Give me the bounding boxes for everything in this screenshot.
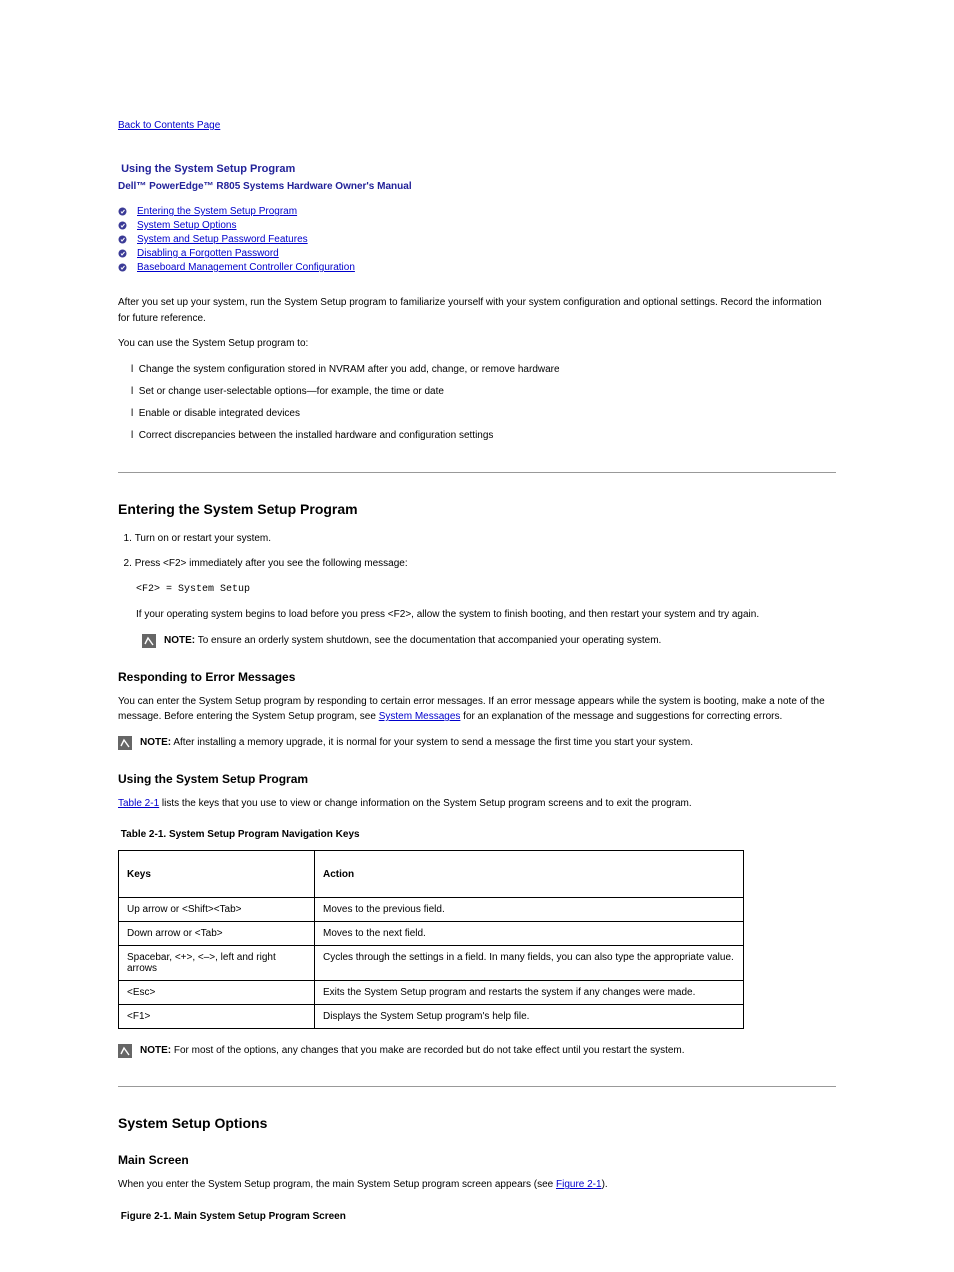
table-2-1-link[interactable]: Table 2-1	[118, 798, 159, 809]
bullet-icon	[118, 263, 127, 272]
code-line: <F2> = System Setup	[118, 582, 836, 598]
bullet-icon	[118, 249, 127, 258]
note-block: NOTE: To ensure an orderly system shutdo…	[142, 633, 836, 648]
toc-item: Entering the System Setup Program	[118, 206, 836, 217]
step: 1. Turn on or restart your system.	[118, 531, 836, 547]
table-row: Down arrow or <Tab>Moves to the next fie…	[119, 922, 744, 946]
subsection-error-messages: Responding to Error Messages	[118, 670, 836, 684]
error-para: You can enter the System Setup program b…	[118, 694, 836, 725]
note-block: NOTE: After installing a memory upgrade,…	[118, 735, 836, 750]
note-block: NOTE: For most of the options, any chang…	[118, 1043, 836, 1058]
divider	[118, 1086, 836, 1087]
subsection-nav: Using the System Setup Program	[118, 772, 836, 786]
divider	[118, 472, 836, 473]
step: 2. Press <F2> immediately after you see …	[118, 556, 836, 572]
table-caption: Table 2-1. System Setup Program Navigati…	[118, 829, 836, 840]
intro-uses-label: You can use the System Setup program to:	[118, 336, 836, 352]
table-row: Up arrow or <Shift><Tab>Moves to the pre…	[119, 898, 744, 922]
note-icon	[118, 1044, 132, 1058]
toc-link[interactable]: System Setup Options	[137, 220, 237, 231]
bullet-icon	[118, 235, 127, 244]
intro-use-item: l Change the system configuration stored…	[118, 362, 836, 378]
doc-heading: Using the System Setup Program	[118, 163, 836, 175]
intro-uses: l Change the system configuration stored…	[118, 362, 836, 444]
toc-link[interactable]: Entering the System Setup Program	[137, 206, 297, 217]
toc-item: Disabling a Forgotten Password	[118, 248, 836, 259]
table-header: Action	[315, 851, 744, 898]
table-row: <F1>Displays the System Setup program's …	[119, 1005, 744, 1029]
toc-item: System Setup Options	[118, 220, 836, 231]
figure-caption: Figure 2-1. Main System Setup Program Sc…	[118, 1211, 836, 1222]
toc-item: Baseboard Management Controller Configur…	[118, 262, 836, 273]
toc-link[interactable]: System and Setup Password Features	[137, 234, 308, 245]
toc-item: System and Setup Password Features	[118, 234, 836, 245]
section-setup-options: System Setup Options	[118, 1115, 836, 1131]
main-screen-para: When you enter the System Setup program,…	[118, 1177, 836, 1193]
bullet-icon	[118, 207, 127, 216]
note-icon	[118, 736, 132, 750]
section-entering-setup: Entering the System Setup Program	[118, 501, 836, 517]
table-row: Spacebar, <+>, <–>, left and right arrow…	[119, 946, 744, 981]
step-followup: If your operating system begins to load …	[118, 607, 836, 623]
note-icon	[142, 634, 156, 648]
nav-para: Table 2-1 lists the keys that you use to…	[118, 796, 836, 812]
table-header: Keys	[119, 851, 315, 898]
nav-keys-table: Keys Action Up arrow or <Shift><Tab>Move…	[118, 850, 744, 1029]
table-header-row: Keys Action	[119, 851, 744, 898]
toc-list: Entering the System Setup Program System…	[118, 206, 836, 273]
back-to-contents-link[interactable]: Back to Contents Page	[118, 120, 220, 131]
intro-use-item: l Enable or disable integrated devices	[118, 406, 836, 422]
doc-subtitle: Dell™ PowerEdge™ R805 Systems Hardware O…	[118, 181, 836, 192]
bullet-icon	[118, 221, 127, 230]
subsection-main-screen: Main Screen	[118, 1153, 836, 1167]
system-messages-link[interactable]: System Messages	[379, 711, 461, 722]
toc-link[interactable]: Disabling a Forgotten Password	[137, 248, 279, 259]
figure-2-1-link[interactable]: Figure 2-1	[556, 1179, 602, 1190]
intro-use-item: l Set or change user-selectable options—…	[118, 384, 836, 400]
toc-link[interactable]: Baseboard Management Controller Configur…	[137, 262, 355, 273]
table-row: <Esc>Exits the System Setup program and …	[119, 981, 744, 1005]
intro-use-item: l Correct discrepancies between the inst…	[118, 428, 836, 444]
intro-lead: After you set up your system, run the Sy…	[118, 295, 836, 326]
